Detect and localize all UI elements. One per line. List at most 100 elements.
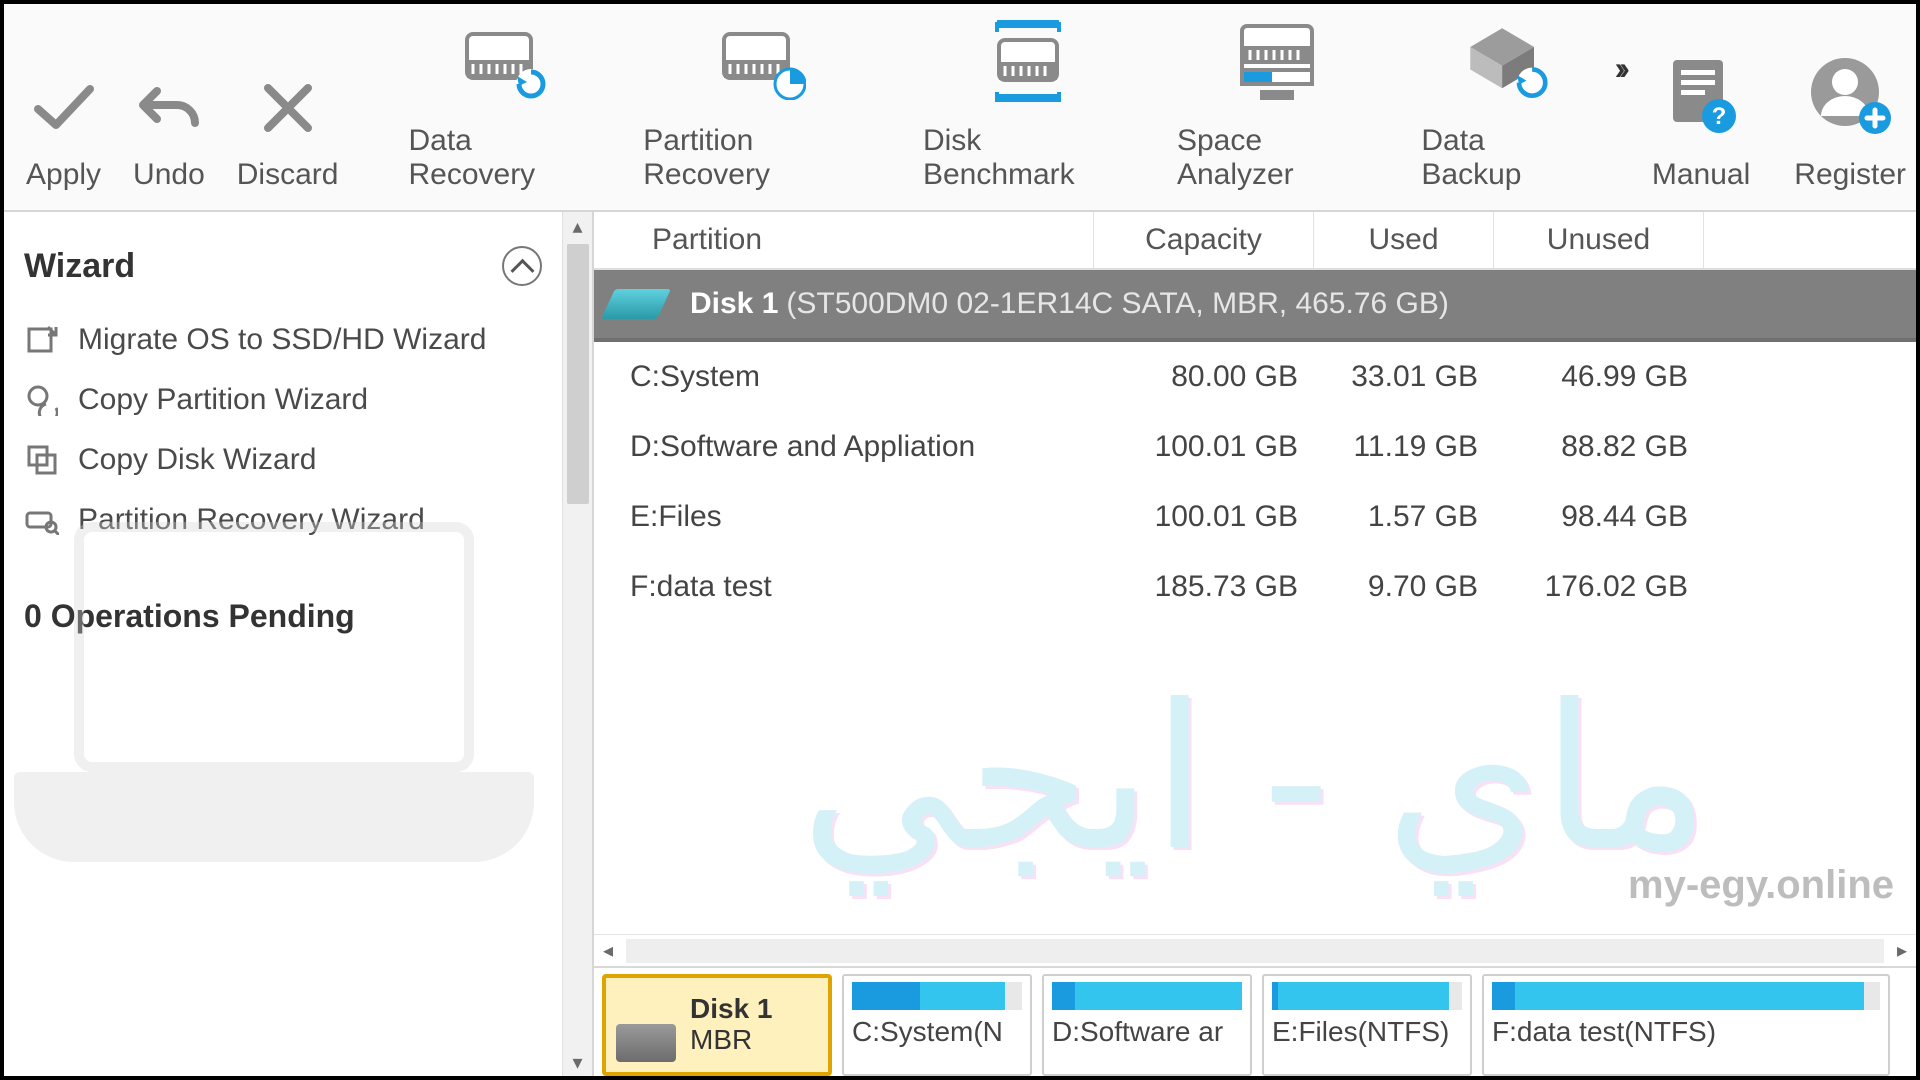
partition-grid-header: Partition Capacity Used Unused	[594, 212, 1916, 270]
cell-unused: 176.02 GB	[1494, 570, 1704, 604]
disk-row[interactable]: Disk 1 (ST500DM0 02-1ER14C SATA, MBR, 46…	[594, 270, 1916, 342]
scroll-thumb[interactable]	[567, 244, 589, 504]
sidebar-item-label: Partition Recovery Wizard	[78, 503, 425, 537]
watermark-arabic: ماي - ايجي	[800, 662, 1709, 895]
data-recovery-label: Data Recovery	[408, 124, 599, 192]
undo-label: Undo	[133, 158, 205, 192]
sidebar-item-copy-partition[interactable]: Copy Partition Wizard	[24, 370, 542, 430]
cell-partition: D:Software and Appliation	[594, 430, 1094, 464]
disk-detail: (ST500DM0 02-1ER14C SATA, MBR, 465.76 GB…	[786, 287, 1448, 321]
cell-used: 9.70 GB	[1314, 570, 1494, 604]
disk-map-partition[interactable]: F:data test(NTFS)	[1482, 974, 1890, 1076]
disk-map-partition[interactable]: D:Software ar	[1042, 974, 1252, 1076]
sidebar-item-copy-disk[interactable]: Copy Disk Wizard	[24, 430, 542, 490]
register-label: Register	[1794, 158, 1906, 192]
toolbar-overflow-icon[interactable]: ››	[1615, 50, 1624, 87]
cell-unused: 46.99 GB	[1494, 360, 1704, 394]
usage-bar	[852, 982, 1022, 1010]
cell-used: 1.57 GB	[1314, 500, 1494, 534]
disk-map-partition[interactable]: C:System(N	[842, 974, 1032, 1076]
cell-used: 11.19 GB	[1314, 430, 1494, 464]
wizard-group-title: Wizard	[24, 247, 135, 286]
disk-benchmark-button[interactable]: Disk Benchmark	[901, 16, 1155, 192]
sidebar: Wizard Migrate OS to SSD/HD Wizard Copy …	[4, 212, 594, 1076]
undo-button[interactable]: Undo	[125, 76, 213, 192]
sidebar-scrollbar[interactable]: ▴ ▾	[562, 212, 592, 1076]
copy-partition-icon	[24, 382, 60, 418]
manual-icon: ?	[1656, 50, 1746, 140]
sidebar-item-label: Copy Disk Wizard	[78, 443, 316, 477]
partition-recovery-icon	[716, 16, 806, 106]
horizontal-scrollbar[interactable]: ◂ ▸	[594, 934, 1916, 966]
sidebar-item-label: Copy Partition Wizard	[78, 383, 368, 417]
col-header-partition[interactable]: Partition	[594, 212, 1094, 268]
data-backup-icon	[1459, 16, 1549, 106]
disk-name: Disk 1	[690, 287, 778, 321]
partition-label: E:Files(NTFS)	[1272, 1016, 1462, 1048]
space-analyzer-label: Space Analyzer	[1177, 124, 1377, 192]
scroll-up-icon[interactable]: ▴	[572, 212, 582, 240]
col-header-capacity[interactable]: Capacity	[1094, 212, 1314, 268]
partition-label: D:Software ar	[1052, 1016, 1242, 1048]
manual-button[interactable]: ? Manual	[1630, 50, 1772, 192]
register-button[interactable]: Register	[1772, 50, 1916, 192]
scroll-left-icon[interactable]: ◂	[594, 938, 622, 963]
sidebar-item-migrate-os[interactable]: Migrate OS to SSD/HD Wizard	[24, 310, 542, 370]
disk-map-name: Disk 1	[690, 994, 773, 1025]
apply-button[interactable]: Apply	[18, 76, 109, 192]
col-header-unused[interactable]: Unused	[1494, 212, 1704, 268]
data-recovery-icon	[459, 16, 549, 106]
cell-capacity: 100.01 GB	[1094, 430, 1314, 464]
partition-recovery-label: Partition Recovery	[643, 124, 879, 192]
cell-capacity: 80.00 GB	[1094, 360, 1314, 394]
space-analyzer-button[interactable]: Space Analyzer	[1155, 16, 1399, 192]
disk-map-disk[interactable]: Disk 1 MBR	[602, 974, 832, 1076]
disk-map-type: MBR	[690, 1025, 773, 1056]
col-header-used[interactable]: Used	[1314, 212, 1494, 268]
sidebar-item-label: Migrate OS to SSD/HD Wizard	[78, 323, 486, 357]
main-toolbar: Apply Undo Discard Data Recovery	[4, 4, 1916, 212]
content-area: Partition Capacity Used Unused Disk 1 (S…	[594, 212, 1916, 1076]
svg-text:?: ?	[1712, 103, 1727, 130]
disk-benchmark-label: Disk Benchmark	[923, 124, 1133, 192]
cell-partition: E:Files	[594, 500, 1094, 534]
watermark-url: my-egy.online	[1628, 863, 1894, 908]
migrate-icon	[24, 322, 60, 358]
scroll-right-icon[interactable]: ▸	[1888, 938, 1916, 963]
data-recovery-button[interactable]: Data Recovery	[386, 16, 621, 192]
cell-used: 33.01 GB	[1314, 360, 1494, 394]
usage-bar	[1052, 982, 1242, 1010]
usage-bar	[1272, 982, 1462, 1010]
checkmark-icon	[32, 76, 96, 140]
disk-benchmark-icon	[983, 16, 1073, 106]
table-row[interactable]: E:Files100.01 GB1.57 GB98.44 GB	[594, 482, 1916, 552]
undo-icon	[137, 76, 201, 140]
data-backup-label: Data Backup	[1421, 124, 1586, 192]
cell-capacity: 100.01 GB	[1094, 500, 1314, 534]
apply-label: Apply	[26, 158, 101, 192]
table-row[interactable]: F:data test185.73 GB9.70 GB176.02 GB	[594, 552, 1916, 622]
partition-label: C:System(N	[852, 1016, 1022, 1048]
hdd-icon	[616, 1024, 676, 1062]
copy-disk-icon	[24, 442, 60, 478]
close-icon	[256, 76, 320, 140]
disk-map: Disk 1 MBR C:System(N D:Software ar E:File…	[594, 966, 1916, 1076]
scroll-down-icon[interactable]: ▾	[572, 1048, 582, 1076]
hscroll-track[interactable]	[626, 939, 1884, 963]
partition-recovery-button[interactable]: Partition Recovery	[621, 16, 901, 192]
register-icon	[1805, 50, 1895, 140]
partition-label: F:data test(NTFS)	[1492, 1016, 1880, 1048]
space-analyzer-icon	[1232, 16, 1322, 106]
cell-partition: C:System	[594, 360, 1094, 394]
table-row[interactable]: C:System80.00 GB33.01 GB46.99 GB	[594, 342, 1916, 412]
usage-bar	[1492, 982, 1880, 1010]
disk-map-partition[interactable]: E:Files(NTFS)	[1262, 974, 1472, 1076]
cell-unused: 88.82 GB	[1494, 430, 1704, 464]
table-row[interactable]: D:Software and Appliation100.01 GB11.19 …	[594, 412, 1916, 482]
collapse-icon[interactable]	[502, 246, 542, 286]
discard-button[interactable]: Discard	[229, 76, 347, 192]
discard-label: Discard	[237, 158, 339, 192]
cell-partition: F:data test	[594, 570, 1094, 604]
sidebar-item-partition-recovery[interactable]: Partition Recovery Wizard	[24, 490, 542, 550]
data-backup-button[interactable]: Data Backup	[1399, 16, 1608, 192]
